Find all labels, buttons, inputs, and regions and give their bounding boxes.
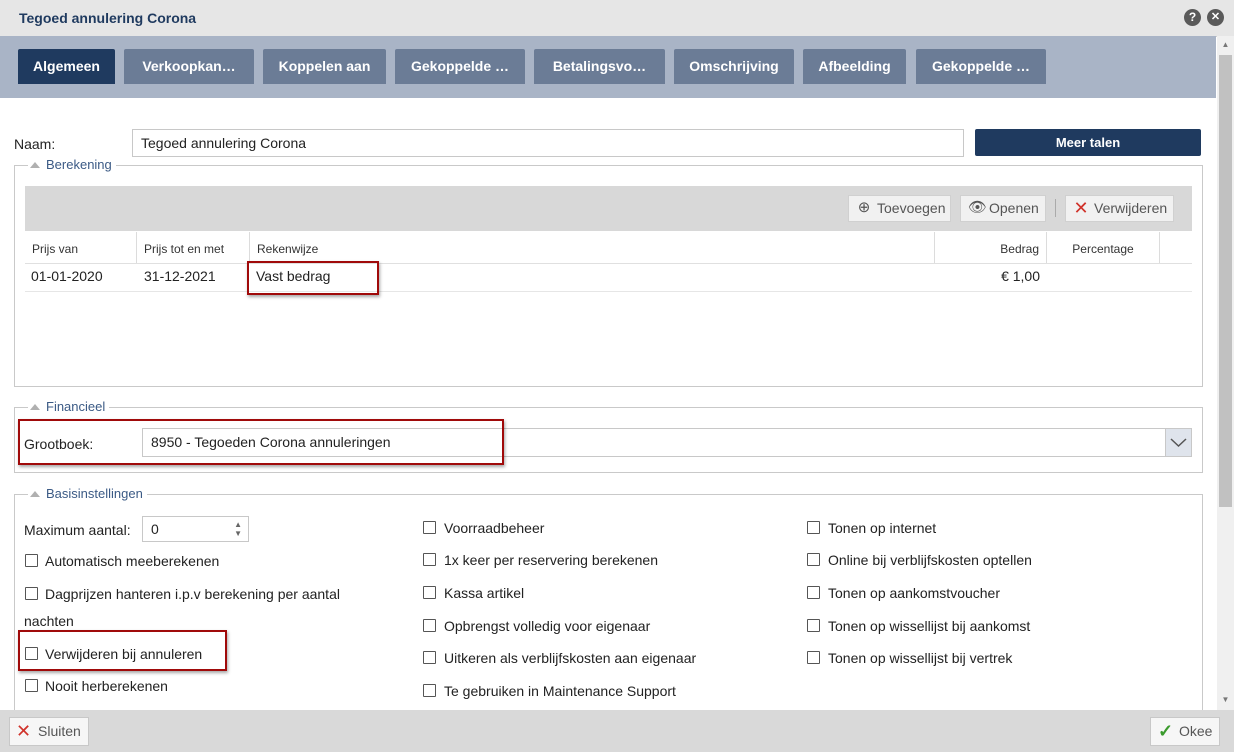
checkbox-kassa-artikel[interactable] bbox=[423, 586, 436, 599]
openen-button[interactable]: 👁 Openen bbox=[960, 195, 1046, 222]
tab-bar: Algemeen Verkoopkan… Koppelen aan Gekopp… bbox=[0, 36, 1216, 98]
basisinstellingen-legend-label: Basisinstellingen bbox=[46, 486, 143, 501]
tab-koppelen-aan[interactable]: Koppelen aan bbox=[263, 49, 386, 84]
checkbox-wissellijst-vertrek[interactable] bbox=[807, 651, 820, 664]
cell-prijs-tot-en-met: 31-12-2021 bbox=[144, 268, 216, 284]
naam-label: Naam: bbox=[14, 136, 56, 152]
eye-icon: 👁 bbox=[968, 199, 988, 216]
checkbox-dagprijzen-hanteren[interactable] bbox=[25, 587, 38, 600]
toevoegen-label: Toevoegen bbox=[877, 200, 946, 216]
maximum-aantal-value: 0 bbox=[151, 521, 159, 537]
maximum-aantal-label: Maximum aantal: bbox=[24, 522, 131, 538]
column-prijs-van[interactable]: Prijs van bbox=[25, 232, 137, 263]
openen-label: Openen bbox=[989, 200, 1039, 216]
label-automatisch-meeberekenen: Automatisch meeberekenen bbox=[45, 553, 220, 569]
tab-verkoopkanalen[interactable]: Verkoopkan… bbox=[124, 49, 254, 84]
collapse-triangle-icon[interactable] bbox=[30, 162, 40, 168]
verwijderen-label: Verwijderen bbox=[1094, 200, 1168, 216]
sluiten-button[interactable]: ✕ Sluiten bbox=[9, 717, 89, 746]
tab-afbeelding[interactable]: Afbeelding bbox=[803, 49, 906, 84]
checkbox-maintenance-support[interactable] bbox=[423, 684, 436, 697]
collapse-triangle-icon[interactable] bbox=[30, 404, 40, 410]
checkbox-voorraadbeheer[interactable] bbox=[423, 521, 436, 534]
okee-button[interactable]: ✓ Okee bbox=[1150, 717, 1220, 746]
column-percentage[interactable]: Percentage bbox=[1047, 232, 1160, 263]
label-voorraadbeheer: Voorraadbeheer bbox=[444, 520, 545, 536]
checkbox-tonen-op-internet[interactable] bbox=[807, 521, 820, 534]
help-icon[interactable]: ? bbox=[1184, 9, 1201, 26]
label-nooit-herberekenen: Nooit herberekenen bbox=[45, 678, 168, 694]
label-dagprijzen-hanteren: Dagprijzen hanteren i.p.v berekening per… bbox=[45, 586, 340, 602]
dialog-footer: ✕ Sluiten ✓ Okee bbox=[0, 710, 1234, 752]
label-wissellijst-aankomst: Tonen op wissellijst bij aankomst bbox=[828, 618, 1031, 634]
meer-talen-button[interactable]: Meer talen bbox=[975, 129, 1201, 156]
okee-label: Okee bbox=[1179, 723, 1213, 739]
column-rekenwijze[interactable]: Rekenwijze bbox=[250, 232, 935, 263]
label-uitkeren-verblijfskosten: Uitkeren als verblijfskosten aan eigenaa… bbox=[444, 650, 697, 666]
financieel-legend-label: Financieel bbox=[46, 399, 106, 414]
label-dagprijzen-hanteren-cont: nachten bbox=[24, 613, 74, 629]
checkbox-opbrengst-eigenaar[interactable] bbox=[423, 619, 436, 632]
label-aankomstvoucher: Tonen op aankomstvoucher bbox=[828, 585, 1000, 601]
close-x-icon: ✕ bbox=[16, 721, 32, 741]
berekening-legend-label: Berekening bbox=[46, 157, 112, 172]
cell-prijs-van: 01-01-2020 bbox=[31, 268, 103, 284]
basisinstellingen-legend[interactable]: Basisinstellingen bbox=[28, 486, 147, 501]
label-wissellijst-vertrek: Tonen op wissellijst bij vertrek bbox=[828, 650, 1013, 666]
column-prijs-tot-en-met[interactable]: Prijs tot en met bbox=[137, 232, 250, 263]
checkbox-1x-per-reservering[interactable] bbox=[423, 553, 436, 566]
maximum-aantal-stepper[interactable]: 0 ▲ ▼ bbox=[142, 516, 249, 542]
tab-omschrijving[interactable]: Omschrijving bbox=[674, 49, 794, 84]
close-icon[interactable]: ✕ bbox=[1207, 9, 1224, 26]
tab-gekoppelde-1[interactable]: Gekoppelde … bbox=[395, 49, 525, 84]
checkbox-online-verblijfskosten[interactable] bbox=[807, 553, 820, 566]
label-opbrengst-eigenaar: Opbrengst volledig voor eigenaar bbox=[444, 618, 651, 634]
highlight-verwijderen-bij-annuleren bbox=[18, 630, 227, 671]
label-maintenance-support: Te gebruiken in Maintenance Support bbox=[444, 683, 676, 699]
berekening-legend[interactable]: Berekening bbox=[28, 157, 116, 172]
label-1x-per-reservering: 1x keer per reservering berekenen bbox=[444, 552, 659, 568]
naam-input[interactable]: Tegoed annulering Corona bbox=[132, 129, 964, 157]
collapse-triangle-icon[interactable] bbox=[30, 491, 40, 497]
toevoegen-button[interactable]: ⊕ Toevoegen bbox=[848, 195, 951, 222]
highlight-grootboek bbox=[18, 419, 504, 465]
label-online-verblijfskosten: Online bij verblijfskosten optellen bbox=[828, 552, 1032, 568]
highlight-rekenwijze bbox=[247, 261, 379, 295]
financieel-legend[interactable]: Financieel bbox=[28, 399, 110, 414]
checkbox-automatisch-meeberekenen[interactable] bbox=[25, 554, 38, 567]
dialog-titlebar: Tegoed annulering Corona ? ✕ bbox=[0, 0, 1234, 37]
label-kassa-artikel: Kassa artikel bbox=[444, 585, 525, 601]
spinner-arrows-icon[interactable]: ▲ ▼ bbox=[234, 520, 242, 538]
column-bedrag[interactable]: Bedrag bbox=[935, 232, 1047, 263]
tab-gekoppelde-2[interactable]: Gekoppelde … bbox=[916, 49, 1046, 84]
vertical-scrollbar[interactable]: ▲ ▼ bbox=[1217, 36, 1234, 710]
grid-toolbar: ⊕ Toevoegen 👁 Openen ✕ Verwijderen bbox=[25, 186, 1192, 231]
scrollbar-thumb[interactable] bbox=[1219, 55, 1232, 507]
chevron-down-icon[interactable] bbox=[1165, 429, 1191, 456]
sluiten-label: Sluiten bbox=[38, 723, 81, 739]
checkmark-icon: ✓ bbox=[1158, 721, 1174, 741]
scroll-up-icon[interactable]: ▲ bbox=[1217, 36, 1234, 53]
checkbox-nooit-herberekenen[interactable] bbox=[25, 679, 38, 692]
cell-bedrag: € 1,00 bbox=[1001, 268, 1040, 284]
cell-percentage bbox=[1047, 262, 1160, 291]
delete-x-icon: ✕ bbox=[1073, 198, 1089, 218]
tab-betalingsvoorwaarden[interactable]: Betalingsvo… bbox=[534, 49, 665, 84]
tab-algemeen[interactable]: Algemeen bbox=[18, 49, 115, 84]
checkbox-wissellijst-aankomst[interactable] bbox=[807, 619, 820, 632]
toolbar-divider bbox=[1055, 199, 1056, 217]
dialog-title: Tegoed annulering Corona bbox=[19, 10, 197, 26]
label-tonen-op-internet: Tonen op internet bbox=[828, 520, 937, 536]
checkbox-aankomstvoucher[interactable] bbox=[807, 586, 820, 599]
verwijderen-button[interactable]: ✕ Verwijderen bbox=[1065, 195, 1174, 222]
checkbox-uitkeren-verblijfskosten[interactable] bbox=[423, 651, 436, 664]
scroll-down-icon[interactable]: ▼ bbox=[1217, 691, 1234, 708]
plus-circle-icon: ⊕ bbox=[857, 199, 871, 216]
